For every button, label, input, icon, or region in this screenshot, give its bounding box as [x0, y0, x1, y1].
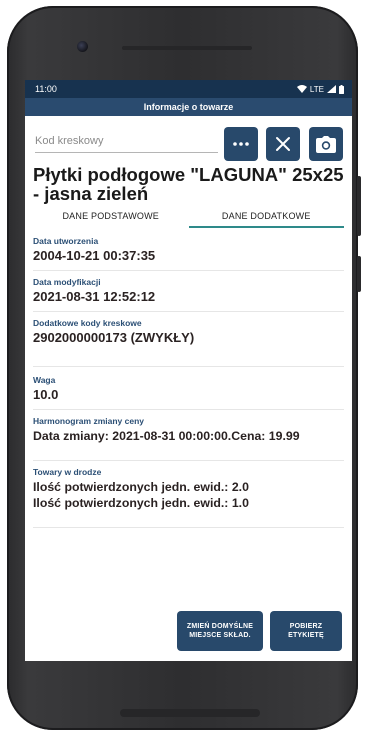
tab-bar: DANE PODSTAWOWE DANE DODATKOWE [33, 211, 344, 228]
weight-value: 10.0 [33, 387, 59, 402]
price-schedule-label: Harmonogram zmiany ceny [33, 416, 145, 426]
volume-button [357, 176, 361, 236]
power-button [357, 256, 361, 292]
bottom-speaker [120, 709, 260, 717]
tab-additional-data[interactable]: DANE DODATKOWE [188, 211, 344, 228]
camera-icon [316, 135, 336, 153]
in-transit-section: Towary w drodze Ilość potwierdzonych jed… [33, 461, 344, 528]
weight-label: Waga [33, 375, 56, 385]
in-transit-line: Ilość potwierdzonych jedn. ewid.: 2.0 [33, 480, 249, 494]
price-schedule-value: Data zmiany: 2021-08-31 00:00:00.Cena: 1… [33, 429, 300, 443]
modified-date-label: Data modyfikacji [33, 277, 101, 287]
get-label-label-1: POBIERZ [289, 623, 323, 630]
app-bar: Informacje o towarze [25, 98, 352, 116]
earpiece-speaker [122, 46, 252, 50]
extra-barcodes-section: Dodatkowe kody kreskowe 2902000000173 (Z… [33, 312, 344, 367]
more-options-button[interactable] [224, 127, 258, 161]
created-date-section: Data utworzenia 2004-10-21 00:37:35 [33, 228, 344, 271]
get-label-label-2: ETYKIETĘ [288, 632, 324, 639]
camera-scan-button[interactable] [309, 127, 343, 161]
battery-icon [339, 84, 344, 94]
tab-basic-data[interactable]: DANE PODSTAWOWE [33, 211, 189, 228]
in-transit-line: Ilość potwierdzonych jedn. ewid.: 1.0 [33, 496, 249, 510]
more-dots-icon [233, 142, 249, 146]
signal-icon [327, 85, 336, 93]
extra-barcodes-value: 2902000000173 (ZWYKŁY) [33, 330, 195, 345]
weight-section: Waga 10.0 [33, 367, 344, 410]
app-bar-title: Informacje o towarze [143, 102, 234, 112]
modified-date-value: 2021-08-31 12:52:12 [33, 289, 156, 304]
created-date-label: Data utworzenia [33, 236, 99, 246]
app-screen: 11:00 LTE Informacje o towarze Kod kresk… [25, 80, 352, 661]
status-time: 11:00 [35, 84, 57, 94]
change-default-location-button[interactable]: ZMIEŃ DOMYŚLNE MIEJSCE SKŁAD. [177, 611, 263, 651]
clear-button[interactable] [266, 127, 300, 161]
in-transit-label: Towary w drodze [33, 467, 102, 477]
front-camera-icon [77, 41, 88, 52]
close-icon [276, 137, 290, 151]
change-location-label-2: MIEJSCE SKŁAD. [189, 632, 251, 639]
product-name: Płytki podłogowe "LAGUNA" 25x25 - jasna … [33, 164, 344, 204]
barcode-input[interactable] [35, 132, 218, 153]
wifi-icon [296, 85, 307, 93]
network-type: LTE [309, 84, 324, 94]
status-icons: LTE [296, 84, 344, 94]
extra-barcodes-label: Dodatkowe kody kreskowe [33, 318, 142, 328]
modified-date-section: Data modyfikacji 2021-08-31 12:52:12 [33, 271, 344, 312]
price-schedule-section: Harmonogram zmiany ceny Data zmiany: 202… [33, 410, 344, 461]
change-location-label-1: ZMIEŃ DOMYŚLNE [186, 623, 254, 630]
created-date-value: 2004-10-21 00:37:35 [33, 248, 156, 263]
status-bar: 11:00 LTE [25, 80, 352, 98]
search-row [25, 116, 352, 164]
get-label-button[interactable]: POBIERZ ETYKIETĘ [270, 611, 342, 651]
